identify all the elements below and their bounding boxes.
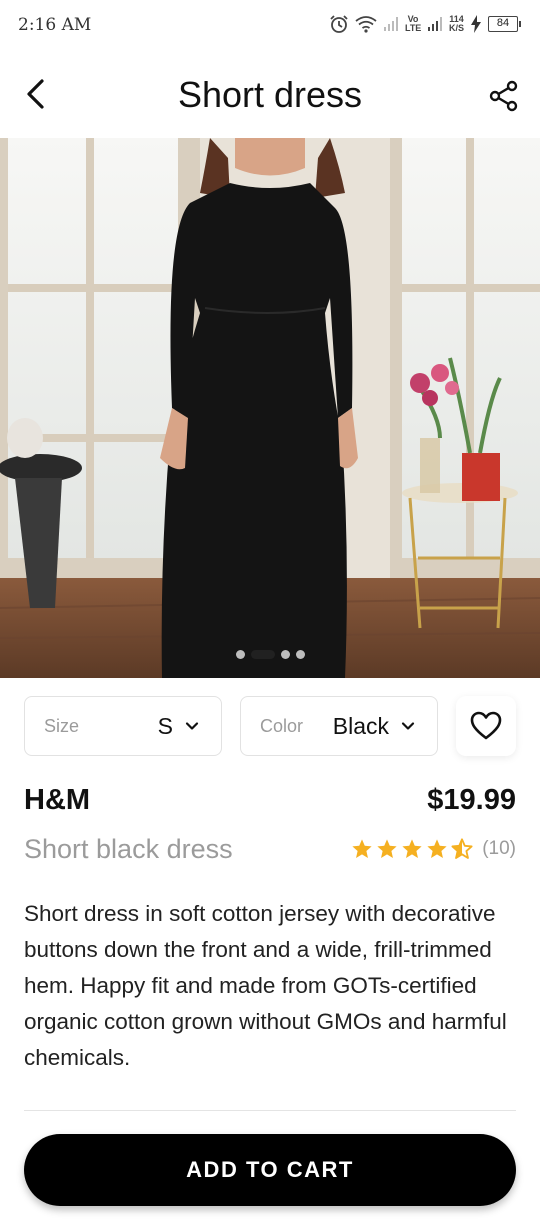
star-half-icon	[451, 838, 473, 859]
app-bar: Short dress	[0, 52, 540, 138]
alarm-icon	[330, 15, 348, 33]
carousel-dot[interactable]	[295, 650, 305, 659]
color-select[interactable]: Color Black	[240, 696, 438, 756]
product-price: $19.99	[427, 784, 516, 816]
star-icon	[402, 839, 422, 858]
star-icon	[377, 839, 397, 858]
options-row: Size S Color Black	[24, 696, 516, 756]
bolt-icon	[471, 15, 481, 33]
product-brand: H&M	[24, 784, 91, 816]
star-icon	[427, 839, 447, 858]
star-icon	[352, 839, 372, 858]
carousel-dot-active[interactable]	[250, 650, 275, 659]
chevron-down-icon	[185, 722, 199, 730]
size-value: S	[157, 713, 173, 739]
product-subtitle: Short black dress	[24, 834, 233, 864]
divider	[24, 1110, 516, 1111]
status-icons: Vo LTE 114 K/S 84	[329, 14, 521, 34]
add-to-cart-button[interactable]: ADD TO CART	[24, 1134, 516, 1206]
size-select[interactable]: Size S	[24, 696, 222, 756]
color-label: Color	[260, 716, 304, 736]
share-button[interactable]	[484, 76, 524, 116]
signal-icon-1	[383, 17, 398, 31]
rating-count: (10)	[482, 838, 516, 859]
product-image	[0, 138, 540, 678]
battery-indicator: 84	[488, 16, 521, 32]
share-icon	[489, 80, 518, 112]
product-description: Short dress in soft cotton jersey with d…	[24, 901, 507, 1070]
network-speed: 114 K/S	[449, 15, 464, 33]
product-rating[interactable]: (10)	[351, 838, 516, 860]
wifi-icon	[355, 16, 377, 33]
carousel-dot[interactable]	[280, 650, 290, 659]
product-image-carousel[interactable]	[0, 138, 540, 678]
size-label: Size	[44, 716, 80, 736]
chevron-down-icon	[401, 722, 415, 730]
network-speed-unit: K/S	[448, 23, 464, 33]
status-bar: 2:16 AM Vo LTE 114 K/S 84	[0, 0, 540, 52]
signal-icon-2	[427, 17, 442, 31]
favorite-button[interactable]	[456, 696, 516, 756]
page-title: Short dress	[177, 74, 363, 115]
status-time: 2:16 AM	[18, 15, 92, 35]
carousel-indicator	[0, 650, 540, 659]
network-type-label: Vo LTE	[404, 14, 422, 33]
color-value: Black	[332, 713, 389, 739]
heart-icon	[470, 711, 502, 740]
carousel-dot[interactable]	[235, 650, 245, 659]
